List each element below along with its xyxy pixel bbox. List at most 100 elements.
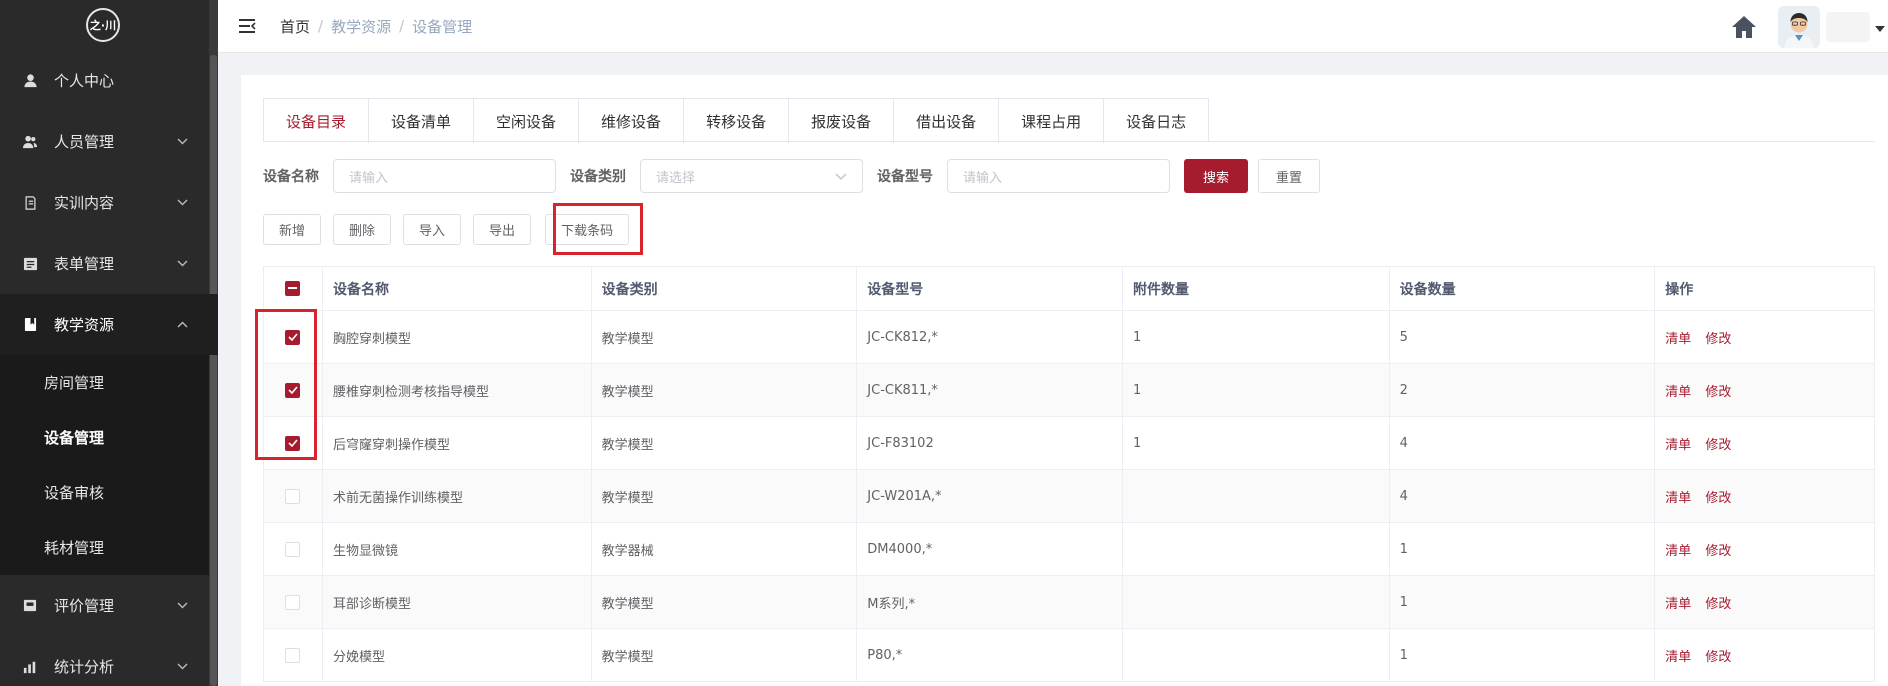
sidebar-menu: 个人中心 人员管理 实训内容 表单管理 教学资源 — [0, 50, 218, 355]
tab-equipment-list[interactable]: 设备清单 — [369, 99, 475, 143]
cell-name: 腰椎穿刺检测考核指导模型 — [323, 364, 592, 416]
table-row[interactable]: 胸腔穿刺模型 教学模型 JC-CK812,* 1 5 清单 修改 — [264, 311, 1874, 364]
tab-idle-equipment[interactable]: 空闲设备 — [474, 99, 580, 143]
model-filter-placeholder: 请输入 — [963, 170, 1003, 186]
cell-type: 教学模型 — [592, 417, 858, 469]
cell-model: M系列,* — [857, 576, 1123, 628]
table-row[interactable]: 术前无菌操作训练模型 教学模型 JC-W201A,* 4 清单 修改 — [264, 470, 1874, 523]
menu-toggle-icon[interactable] — [238, 18, 256, 34]
evaluation-icon — [22, 598, 38, 614]
list-link[interactable]: 清单 — [1665, 646, 1691, 665]
select-all-checkbox[interactable] — [285, 281, 301, 296]
edit-link[interactable]: 修改 — [1705, 487, 1731, 506]
model-filter-input[interactable]: 请输入 — [947, 159, 1170, 193]
edit-link[interactable]: 修改 — [1705, 540, 1731, 559]
cell-type: 教学模型 — [592, 311, 858, 363]
type-filter-select[interactable]: 请选择 — [640, 159, 863, 193]
breadcrumb-equipment: 设备管理 — [412, 17, 473, 36]
breadcrumb-separator: / — [318, 17, 324, 35]
highlight-box-checked-rows — [255, 309, 317, 460]
row-checkbox[interactable] — [285, 488, 301, 504]
filter-bar: 设备名称 请输入 设备类别 请选择 设备型号 请输入 搜索 重置 — [263, 159, 1321, 193]
sidebar-subitem-equipment-review[interactable]: 设备审核 — [0, 465, 218, 520]
avatar[interactable] — [1778, 5, 1820, 48]
sidebar-subitem-consumables[interactable]: 耗材管理 — [0, 520, 218, 575]
tab-course-occupancy[interactable]: 课程占用 — [999, 99, 1105, 143]
tab-repair-equipment[interactable]: 维修设备 — [579, 99, 685, 143]
search-button[interactable]: 搜索 — [1184, 159, 1249, 193]
cell-count: 5 — [1390, 311, 1656, 363]
edit-link[interactable]: 修改 — [1705, 593, 1731, 612]
list-link[interactable]: 清单 — [1665, 381, 1691, 400]
list-link[interactable]: 清单 — [1665, 434, 1691, 453]
tab-lent-equipment[interactable]: 借出设备 — [894, 99, 1000, 143]
chevron-down-icon — [176, 661, 188, 673]
col-header-attachments[interactable]: 附件数量 — [1123, 267, 1390, 310]
table-row[interactable]: 后穹窿穿刺操作模型 教学模型 JC-F83102 1 4 清单 修改 — [264, 417, 1874, 470]
cell-type: 教学模型 — [592, 364, 858, 416]
sidebar-subitem-equipment[interactable]: 设备管理 — [0, 410, 218, 465]
reset-button[interactable]: 重置 — [1258, 159, 1321, 193]
sidebar-item-personal[interactable]: 个人中心 — [0, 50, 218, 111]
sidebar-item-teaching-resources[interactable]: 教学资源 — [0, 294, 218, 355]
col-header-name[interactable]: 设备名称 — [323, 267, 592, 310]
edit-link[interactable]: 修改 — [1705, 328, 1731, 347]
list-link[interactable]: 清单 — [1665, 593, 1691, 612]
import-button[interactable]: 导入 — [403, 214, 462, 245]
name-filter-input[interactable]: 请输入 — [333, 159, 556, 193]
name-filter-placeholder: 请输入 — [349, 170, 389, 186]
add-button[interactable]: 新增 — [263, 214, 322, 245]
cell-count: 2 — [1390, 364, 1656, 416]
chart-icon — [22, 659, 38, 675]
sidebar-item-personnel[interactable]: 人员管理 — [0, 111, 218, 172]
sidebar-item-label: 统计分析 — [54, 658, 115, 676]
edit-link[interactable]: 修改 — [1705, 646, 1731, 665]
sidebar-item-evaluation[interactable]: 评价管理 — [0, 575, 218, 636]
tab-equipment-catalog[interactable]: 设备目录 — [264, 99, 370, 143]
table-row[interactable]: 分娩模型 教学模型 P80,* 1 清单 修改 — [264, 629, 1874, 682]
cell-attachments: 1 — [1123, 417, 1390, 469]
chevron-down-icon — [176, 258, 188, 270]
col-header-model[interactable]: 设备型号 — [857, 267, 1123, 310]
username[interactable] — [1826, 11, 1870, 42]
edit-link[interactable]: 修改 — [1705, 381, 1731, 400]
tab-transfer-equipment[interactable]: 转移设备 — [684, 99, 790, 143]
sidebar-item-statistics[interactable]: 统计分析 — [0, 636, 218, 686]
cell-model: JC-F83102 — [857, 417, 1123, 469]
list-link[interactable]: 清单 — [1665, 487, 1691, 506]
col-header-actions: 操作 — [1665, 281, 1694, 298]
chevron-down-icon — [176, 600, 188, 612]
tab-scrapped-equipment[interactable]: 报废设备 — [789, 99, 895, 143]
breadcrumb-teaching-resources[interactable]: 教学资源 — [331, 16, 391, 37]
tabs-divider — [263, 141, 1875, 142]
cell-type: 教学模型 — [592, 629, 858, 681]
row-checkbox[interactable] — [285, 594, 301, 610]
home-icon[interactable] — [1730, 14, 1758, 40]
cell-attachments — [1123, 629, 1390, 681]
cell-attachments — [1123, 523, 1390, 575]
delete-button[interactable]: 删除 — [333, 214, 392, 245]
list-link[interactable]: 清单 — [1665, 540, 1691, 559]
cell-name: 后穹窿穿刺操作模型 — [323, 417, 592, 469]
sidebar-item-forms[interactable]: 表单管理 — [0, 233, 218, 294]
row-checkbox[interactable] — [285, 541, 301, 557]
chevron-down-icon — [835, 169, 847, 184]
col-header-count[interactable]: 设备数量 — [1390, 267, 1656, 310]
tab-equipment-log[interactable]: 设备日志 — [1104, 99, 1209, 143]
list-link[interactable]: 清单 — [1665, 328, 1691, 347]
table-row[interactable]: 腰椎穿刺检测考核指导模型 教学模型 JC-CK811,* 1 2 清单 修改 — [264, 364, 1874, 417]
col-header-type[interactable]: 设备类别 — [592, 267, 858, 310]
cell-count: 4 — [1390, 417, 1656, 469]
edit-link[interactable]: 修改 — [1705, 434, 1731, 453]
caret-down-icon[interactable] — [1874, 22, 1886, 32]
sidebar-item-training[interactable]: 实训内容 — [0, 172, 218, 233]
table-row[interactable]: 生物显微镜 教学器械 DM4000,* 1 清单 修改 — [264, 523, 1874, 576]
table-row[interactable]: 耳部诊断模型 教学模型 M系列,* 1 清单 修改 — [264, 576, 1874, 629]
breadcrumb-home[interactable]: 首页 — [280, 16, 310, 37]
row-checkbox[interactable] — [285, 647, 301, 663]
sidebar-submenu: 房间管理 设备管理 设备审核 耗材管理 — [0, 355, 218, 575]
export-button[interactable]: 导出 — [473, 214, 532, 245]
sidebar: 之·川 个人中心 人员管理 实训内容 表单管理 教学资源 房间管理 设备管理 设… — [0, 0, 218, 686]
sidebar-item-label: 表单管理 — [54, 255, 115, 273]
sidebar-subitem-rooms[interactable]: 房间管理 — [0, 355, 218, 410]
